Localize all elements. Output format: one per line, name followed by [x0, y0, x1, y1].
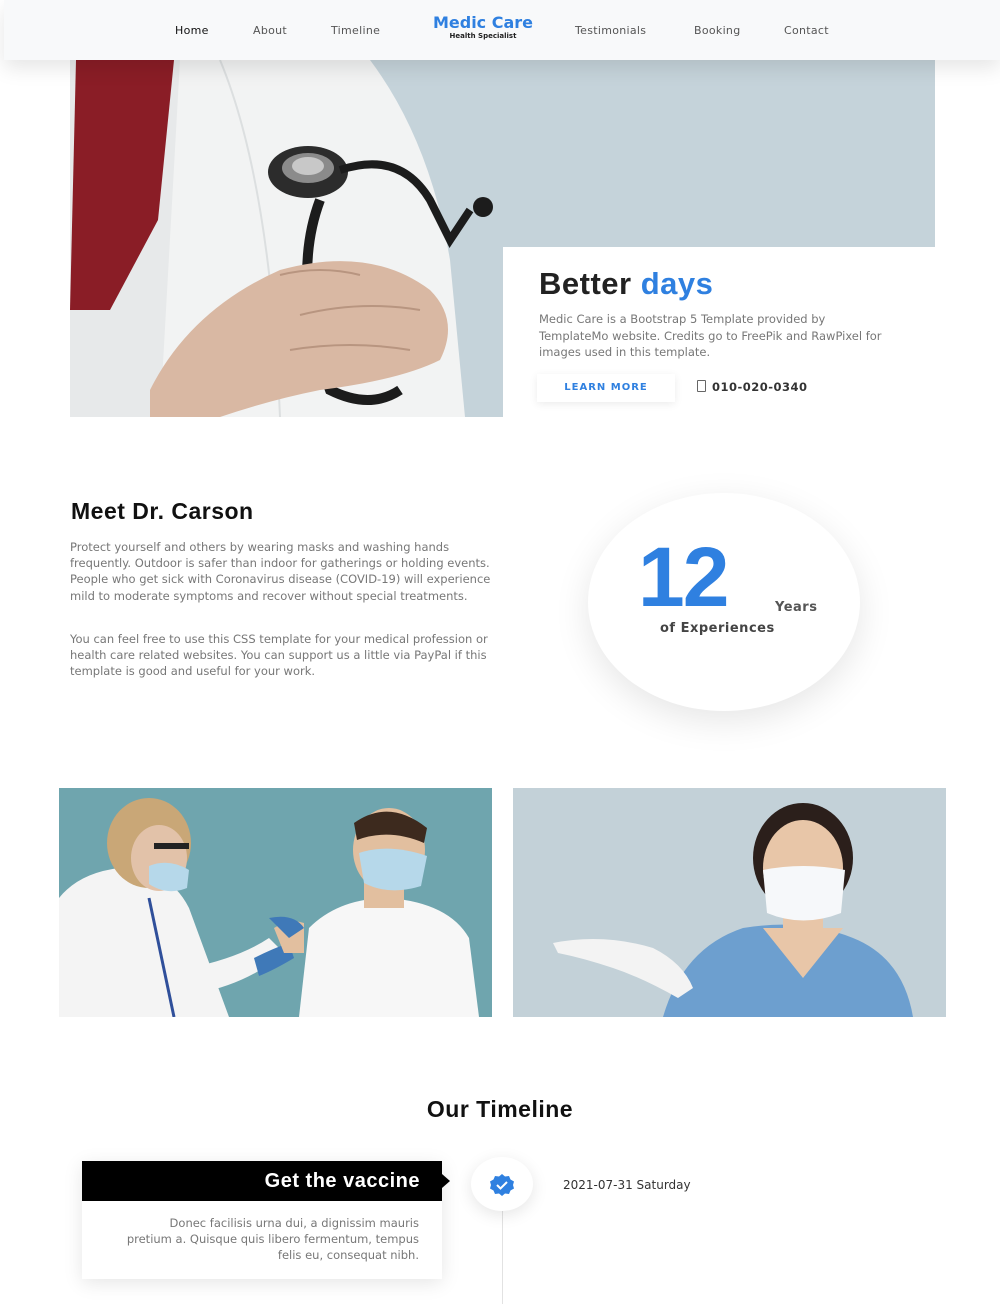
timeline-title: Our Timeline: [426, 1096, 574, 1122]
timeline-date: 2021-07-31 Saturday: [563, 1178, 691, 1192]
timeline-card-header: Get the vaccine: [82, 1161, 442, 1201]
brand-logo[interactable]: Medic Care Health Specialist: [428, 13, 538, 41]
timeline-card-text: Donec facilisis urna dui, a dignissim ma…: [126, 1216, 419, 1263]
nav-booking[interactable]: Booking: [694, 24, 741, 37]
about-paragraph-2: You can feel free to use this CSS templa…: [70, 632, 488, 679]
gallery-image-nurse: [513, 788, 946, 1017]
nav-contact[interactable]: Contact: [784, 24, 829, 37]
phone-link[interactable]: 010-020-0340: [697, 380, 808, 394]
gallery-image-vaccination: [59, 788, 492, 1017]
phone-number: 010-020-0340: [712, 380, 808, 394]
hero-title-accent: days: [640, 266, 714, 301]
timeline-card: Get the vaccine Donec facilisis urna dui…: [82, 1161, 442, 1279]
experience-label: of Experiences: [660, 621, 775, 636]
brand-subtitle: Health Specialist: [449, 32, 517, 40]
about-title: Meet Dr. Carson: [71, 498, 254, 524]
timeline-marker: [471, 1157, 533, 1211]
hero-title-main: Better: [539, 266, 632, 301]
navbar: Home About Timeline Medic Care Health Sp…: [4, 0, 1000, 60]
check-badge-icon: [490, 1174, 514, 1196]
learn-more-button[interactable]: LEARN MORE: [537, 374, 675, 402]
nav-about[interactable]: About: [253, 24, 287, 37]
nav-testimonials[interactable]: Testimonials: [575, 24, 646, 37]
about-paragraph-1: Protect yourself and others by wearing m…: [70, 540, 491, 603]
phone-icon: [697, 380, 706, 392]
experience-number: 12: [638, 530, 729, 624]
timeline-card-title: Get the vaccine: [264, 1170, 420, 1192]
timeline-card-arrow: [442, 1174, 450, 1188]
brand-title: Medic Care: [432, 13, 534, 32]
hero-description: Medic Care is a Bootstrap 5 Template pro…: [539, 312, 882, 359]
nav-home[interactable]: Home: [175, 24, 209, 37]
hero-doctor-image: [70, 60, 503, 417]
nav-timeline[interactable]: Timeline: [331, 24, 380, 37]
hero-title: Better days: [539, 266, 713, 302]
experience-unit: Years: [775, 600, 818, 615]
